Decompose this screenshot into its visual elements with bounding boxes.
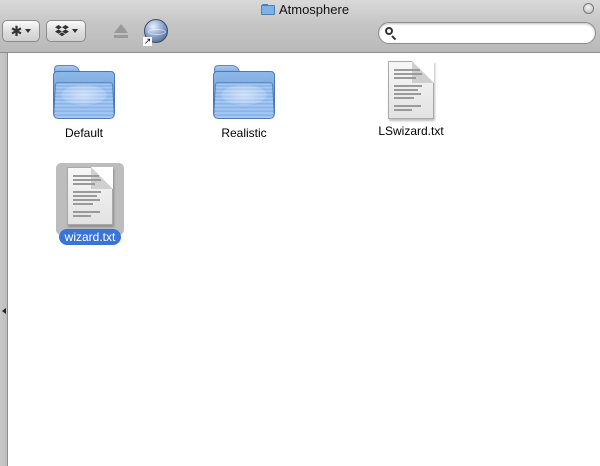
file-item-wizard[interactable]: wizard.txt: [30, 167, 150, 246]
text-document-icon: [67, 167, 113, 225]
file-name: Default: [64, 126, 104, 140]
file-name: wizard.txt: [58, 229, 122, 245]
eject-icon[interactable]: [113, 22, 129, 42]
file-name: LSwizard.txt: [378, 124, 444, 138]
dropbox-menu-button[interactable]: [46, 20, 86, 42]
sidebar-splitter[interactable]: [0, 53, 8, 466]
dropbox-icon: [54, 25, 69, 37]
window-title: Atmosphere: [278, 1, 350, 17]
file-item-realistic[interactable]: Realistic: [184, 61, 304, 142]
search-icon: [385, 27, 397, 41]
text-document-icon: [388, 61, 434, 119]
file-item-lswizard[interactable]: LSwizard.txt: [351, 61, 471, 140]
gear-icon: ✱: [10, 23, 23, 39]
folder-icon: [211, 61, 277, 121]
file-item-default[interactable]: Default: [24, 61, 144, 142]
window-toolbar: Atmosphere ✱ ↗: [0, 0, 600, 53]
folder-icon[interactable]: [260, 3, 275, 15]
search-field[interactable]: [378, 22, 596, 44]
alias-arrow-icon: ↗: [143, 36, 152, 46]
file-name: Realistic: [221, 126, 267, 140]
chevron-down-icon: [25, 29, 32, 33]
toolbar-toggle-button[interactable]: [583, 3, 594, 14]
folder-icon: [51, 61, 117, 121]
network-shortcut[interactable]: ↗: [143, 18, 169, 46]
title-bar[interactable]: Atmosphere: [0, 0, 600, 18]
file-icon-view[interactable]: Default Realistic LSwizard.txt wizard.tx…: [8, 53, 600, 466]
splitter-arrow-icon: [2, 308, 6, 314]
action-menu-button[interactable]: ✱: [2, 20, 40, 42]
chevron-down-icon: [71, 29, 78, 33]
search-input[interactable]: [401, 26, 585, 40]
